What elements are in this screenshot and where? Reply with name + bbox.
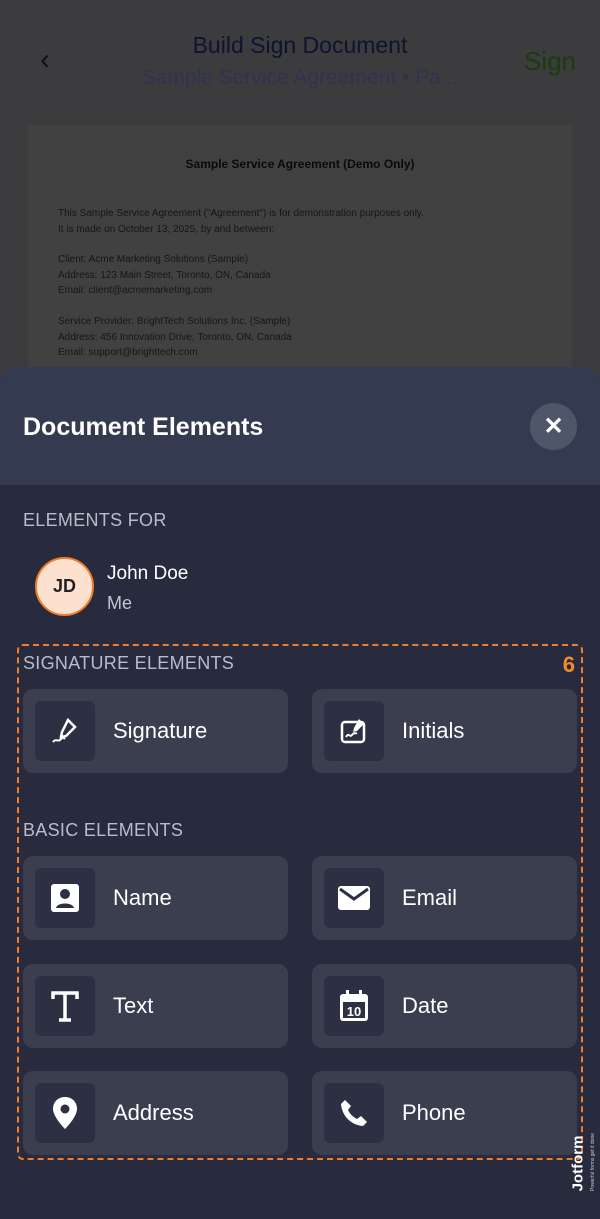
doc-line: Address: 123 Main Street, Toronto, ON, C… xyxy=(58,270,271,281)
phone-icon xyxy=(324,1083,384,1143)
doc-line: Address: 456 Innovation Drive, Toronto, … xyxy=(58,332,292,343)
signature-element[interactable]: Signature xyxy=(23,689,288,773)
initials-icon xyxy=(324,701,384,761)
user-name: John Doe xyxy=(107,563,189,584)
document-heading: Sample Service Agreement (Demo Only) xyxy=(185,157,415,171)
elements-for-label: ELEMENTS FOR xyxy=(23,510,167,530)
email-element[interactable]: Email xyxy=(312,856,577,940)
close-icon: ✕ xyxy=(543,413,564,440)
sign-button[interactable]: Sign xyxy=(524,46,576,77)
doc-line: Email: support@brighttech.com xyxy=(58,347,198,358)
doc-line: Email: client@acmemarketing.com xyxy=(58,285,213,296)
text-element[interactable]: Text xyxy=(23,964,288,1048)
text-label: Text xyxy=(113,993,154,1018)
user-role: Me xyxy=(107,593,133,613)
contact-icon xyxy=(35,868,95,928)
basic-section-label: BASIC ELEMENTS xyxy=(23,820,184,840)
sheet-title: Document Elements xyxy=(23,413,264,441)
address-element[interactable]: Address xyxy=(23,1071,288,1155)
envelope-icon xyxy=(324,868,384,928)
watermark-tagline: Powerful forms get it done xyxy=(590,1132,597,1192)
watermark-brand: Jotform xyxy=(569,1135,587,1192)
avatar[interactable]: JD xyxy=(35,557,94,616)
page-title: Build Sign Document xyxy=(192,32,408,58)
doc-line: This Sample Service Agreement ("Agreemen… xyxy=(58,208,424,219)
doc-line: Service Provider: BrightTech Solutions I… xyxy=(58,316,291,327)
jotform-watermark: Jotform Powerful forms get it done xyxy=(569,1125,598,1210)
date-label: Date xyxy=(402,993,449,1018)
doc-line: Client: Acme Marketing Solutions (Sample… xyxy=(58,254,249,265)
signature-label: Signature xyxy=(113,718,208,743)
location-pin-icon xyxy=(35,1083,95,1143)
date-element[interactable]: 10 Date xyxy=(312,964,577,1048)
document-elements-sheet: Document Elements ✕ ELEMENTS FOR JD John… xyxy=(0,367,600,1219)
close-button[interactable]: ✕ xyxy=(530,403,577,450)
document-preview: Sample Service Agreement (Demo Only) Thi… xyxy=(28,125,572,385)
top-bar: ‹ Build Sign Document Sample Service Agr… xyxy=(0,0,600,110)
page-subtitle: Sample Service Agreement • Pa... xyxy=(141,66,459,89)
step-badge: 6 xyxy=(562,652,575,677)
doc-line: It is made on October 13, 2025, by and b… xyxy=(58,224,275,235)
initials-element[interactable]: Initials xyxy=(312,689,577,773)
phone-element[interactable]: Phone xyxy=(312,1071,577,1155)
signature-section-label: SIGNATURE ELEMENTS xyxy=(23,653,235,673)
initials-label: Initials xyxy=(402,718,465,743)
name-label: Name xyxy=(113,885,172,910)
calendar-icon: 10 xyxy=(324,976,384,1036)
sheet-header: Document Elements ✕ xyxy=(0,367,600,485)
address-label: Address xyxy=(113,1100,194,1125)
email-label: Email xyxy=(402,885,458,910)
calendar-number: 10 xyxy=(347,1004,361,1019)
pen-sign-icon xyxy=(35,701,95,761)
name-element[interactable]: Name xyxy=(23,856,288,940)
text-icon xyxy=(35,976,95,1036)
phone-label: Phone xyxy=(402,1100,466,1125)
